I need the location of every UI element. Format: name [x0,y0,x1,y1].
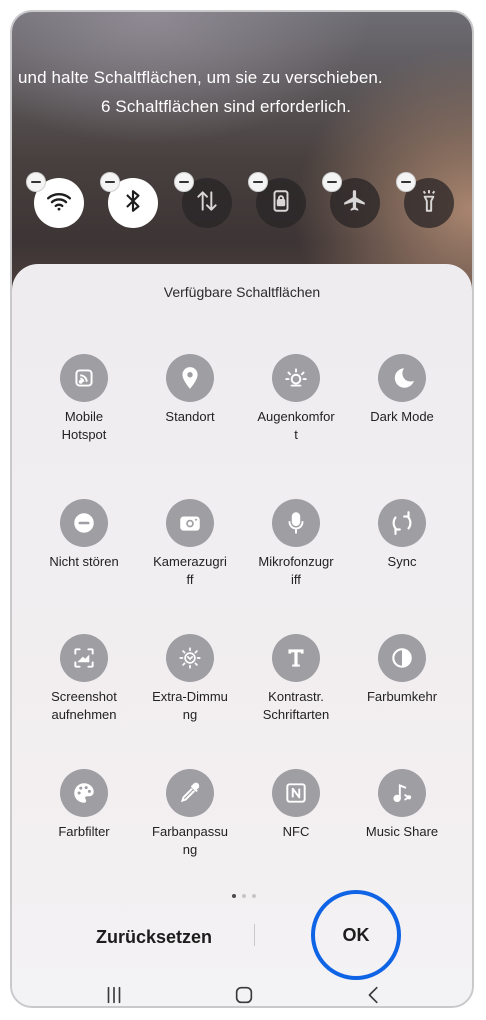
wifi-icon [46,188,72,219]
hotspot-icon [60,354,108,402]
location-icon [166,354,214,402]
tile-label: Augenkomfor t [257,409,335,442]
action-divider [254,924,255,946]
remove-icon[interactable] [100,172,120,192]
remove-icon[interactable] [322,172,342,192]
tile-label: Sync [387,554,417,569]
tile-sync[interactable]: Sync [350,499,454,571]
tile-microphone-access[interactable]: Mikrofonzugr iff [244,499,348,589]
tile-eye-comfort[interactable]: Augenkomfor t [244,354,348,444]
tile-camera-access[interactable]: Kamerazugri ff [138,499,242,589]
remove-icon[interactable] [396,172,416,192]
active-button-flashlight[interactable] [396,172,454,228]
tile-label: Music Share [365,824,439,839]
page-dot-3[interactable] [252,894,256,898]
tile-color-inversion[interactable]: Farbumkehr [350,634,454,706]
camera-icon [166,499,214,547]
home-icon[interactable] [224,980,264,1006]
tile-mobile-hotspot[interactable]: Mobile Hotspot [32,354,136,444]
active-buttons-row [12,172,472,242]
page-dot-2[interactable] [242,894,246,898]
tile-label: Mobile Hotspot [61,409,107,442]
active-button-bluetooth[interactable] [100,172,158,228]
tile-label: Standort [165,409,215,424]
eye-comfort-icon [272,354,320,402]
music-share-icon [378,769,426,817]
screenshot-icon [60,634,108,682]
flashlight-icon [416,188,442,219]
instruction-line-1: und halte Schaltflächen, um sie zu versc… [18,68,383,87]
nfc-icon [272,769,320,817]
bluetooth-icon [120,188,146,219]
color-inversion-icon [378,634,426,682]
tile-location[interactable]: Standort [138,354,242,426]
tile-color-adjustment[interactable]: Farbanpassu ng [138,769,242,859]
tile-screenshot[interactable]: Screenshot aufnehmen [32,634,136,724]
page-dot-1[interactable] [232,894,236,898]
navigation-bar [12,980,472,1006]
phone-screen: und halte Schaltflächen, um sie zu versc… [10,10,474,1008]
text-contrast-icon [272,634,320,682]
tile-nfc[interactable]: NFC [244,769,348,841]
tile-label: Farbfilter [58,824,110,839]
tile-extra-dim[interactable]: Extra-Dimmu ng [138,634,242,724]
tile-label: Nicht stören [49,554,119,569]
tile-high-contrast-fonts[interactable]: Kontrastr. Schriftarten [244,634,348,724]
tile-label: Screenshot aufnehmen [51,689,117,722]
tile-music-share[interactable]: Music Share [350,769,454,841]
do-not-disturb-icon [60,499,108,547]
moon-icon [378,354,426,402]
active-button-airplane[interactable] [322,172,380,228]
microphone-icon [272,499,320,547]
remove-icon[interactable] [248,172,268,192]
tile-color-filter[interactable]: Farbfilter [32,769,136,841]
remove-icon[interactable] [26,172,46,192]
tile-label: Farbumkehr [366,689,438,704]
tile-do-not-disturb[interactable]: Nicht stören [32,499,136,571]
tile-label: Mikrofonzugr iff [258,554,334,587]
remove-icon[interactable] [174,172,194,192]
tile-label: Farbanpassu ng [152,824,228,857]
page-indicator [232,894,256,898]
color-picker-icon [166,769,214,817]
instruction-line-2: 6 Schaltflächen sind erforderlich. [101,97,352,116]
mobile-data-icon [194,188,220,219]
ok-button[interactable]: OK [316,922,396,948]
active-button-mobile-data[interactable] [174,172,232,228]
tile-label: Extra-Dimmu ng [152,689,228,722]
reset-button[interactable]: Zurücksetzen [74,922,234,952]
panel-title: Verfügbare Schaltflächen [163,284,321,300]
back-icon[interactable] [354,980,394,1006]
tile-label: NFC [282,824,310,839]
active-button-wifi[interactable] [26,172,84,228]
airplane-icon [342,188,368,219]
tile-label: Dark Mode [370,409,434,424]
tile-label: Kontrastr. Schriftarten [262,689,330,722]
palette-icon [60,769,108,817]
extra-dim-icon [166,634,214,682]
tile-label: Kamerazugri ff [153,554,227,587]
active-button-rotation-lock[interactable] [248,172,306,228]
tile-dark-mode[interactable]: Dark Mode [350,354,454,426]
lock-rotation-icon [268,188,294,219]
sync-icon [378,499,426,547]
recent-apps-icon[interactable] [94,980,134,1006]
